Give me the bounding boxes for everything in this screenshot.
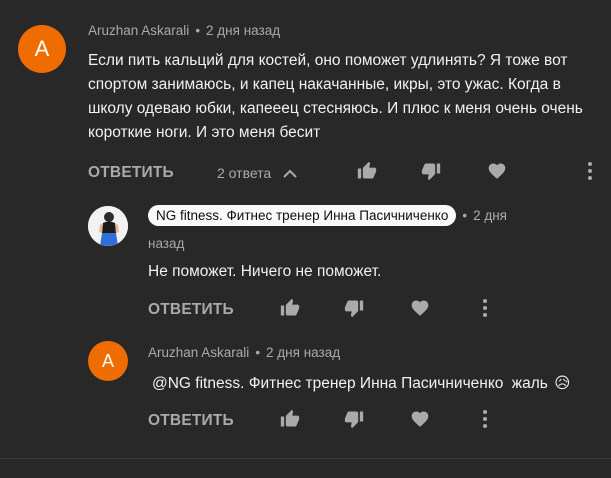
comment-author[interactable]: Aruzhan Askarali — [88, 23, 189, 38]
more-vertical-icon — [587, 161, 593, 186]
avatar-letter: A — [101, 350, 114, 371]
reply-menu-button[interactable] — [474, 409, 496, 434]
comment-time[interactable]: 2 дня назад — [206, 23, 280, 38]
dislike-button[interactable] — [343, 410, 365, 432]
thumbs-up-icon — [280, 409, 300, 434]
reply-button[interactable]: ОТВЕТИТЬ — [148, 301, 234, 319]
chevron-up-icon — [283, 169, 297, 178]
section-divider — [0, 458, 611, 459]
replies-count: 2 ответа — [217, 165, 272, 181]
reply-author[interactable]: Aruzhan Askarali — [148, 345, 249, 360]
heart-button[interactable] — [409, 410, 431, 432]
reply-header: Aruzhan Askarali • 2 дня назад — [148, 345, 340, 360]
reply-time-continued: назад — [148, 236, 184, 251]
reply-toolbar: ОТВЕТИТЬ — [148, 403, 234, 439]
reply-button[interactable]: ОТВЕТИТЬ — [148, 412, 234, 430]
reply-text: @NG fitness. Фитнес тренер Инна Пасичнич… — [152, 372, 602, 396]
heart-icon — [410, 298, 430, 323]
meta-separator: • — [462, 208, 468, 223]
reply-avatar-photo[interactable] — [88, 206, 128, 246]
comment-toolbar: ОТВЕТИТЬ — [88, 155, 174, 191]
comment-menu-button[interactable] — [579, 161, 601, 186]
thumbs-up-icon — [357, 161, 377, 186]
like-button[interactable] — [279, 298, 301, 323]
like-button[interactable] — [356, 161, 378, 186]
replies-toggle[interactable]: 2 ответа — [217, 155, 297, 191]
person-photo-icon — [88, 206, 128, 246]
thumbs-down-icon — [344, 298, 364, 323]
dislike-button[interactable] — [420, 162, 442, 184]
reply-time[interactable]: 2 дня назад — [266, 345, 340, 360]
meta-separator: • — [195, 23, 201, 38]
heart-icon — [487, 161, 507, 186]
reply-text-rest: жаль — [511, 375, 548, 392]
comment-avatar[interactable]: A — [18, 25, 66, 73]
heart-button[interactable] — [486, 162, 508, 184]
like-button[interactable] — [279, 409, 301, 434]
more-vertical-icon — [482, 409, 488, 434]
mention-link[interactable]: @NG fitness. Фитнес тренер Инна Пасичнич… — [152, 375, 503, 392]
sad-face-emoji: 😥 — [554, 375, 571, 392]
reply-text: Не поможет. Ничего не поможет. — [148, 263, 382, 280]
reply-author-chip[interactable]: NG fitness. Фитнес тренер Инна Пасичниче… — [148, 205, 457, 226]
thumbs-up-icon — [280, 298, 300, 323]
avatar-letter: A — [34, 36, 50, 61]
more-vertical-icon — [482, 298, 488, 323]
comment-header: Aruzhan Askarali • 2 дня назад — [88, 23, 280, 38]
dislike-button[interactable] — [343, 299, 365, 321]
heart-button[interactable] — [409, 299, 431, 321]
comment-thread: A Aruzhan Askarali • 2 дня назад Если пить… — [0, 0, 611, 478]
thumbs-down-icon — [344, 409, 364, 434]
reply-header: NG fitness. Фитнес тренер Инна Пасичниче… — [148, 205, 507, 226]
heart-icon — [410, 409, 430, 434]
meta-separator: • — [255, 345, 261, 360]
comment-text: Если пить кальций для костей, оно поможе… — [88, 52, 583, 141]
reply-menu-button[interactable] — [474, 298, 496, 323]
reply-time-part1[interactable]: 2 дня — [473, 208, 507, 223]
reply-avatar[interactable]: A — [88, 341, 128, 381]
thumbs-down-icon — [421, 161, 441, 186]
reply-button[interactable]: ОТВЕТИТЬ — [88, 164, 174, 182]
reply-toolbar: ОТВЕТИТЬ — [148, 292, 234, 328]
reply-time-part2[interactable]: назад — [148, 236, 184, 251]
